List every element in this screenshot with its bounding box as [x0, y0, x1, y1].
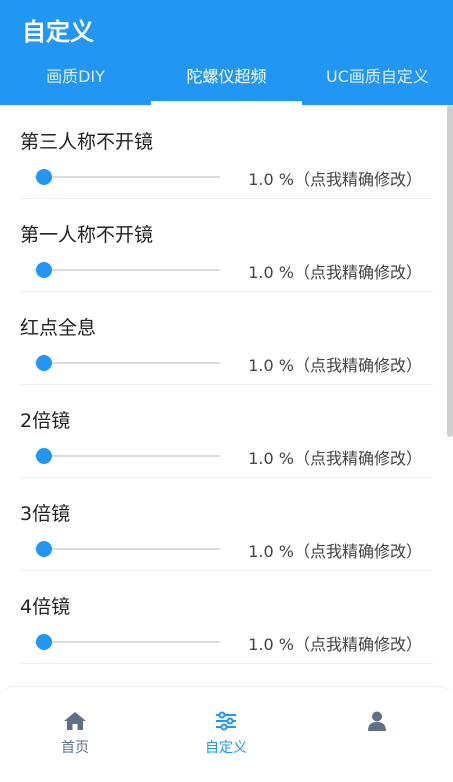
nav-custom[interactable]: 自定义 — [166, 711, 286, 756]
setting-value-button[interactable]: 1.0 %（点我精确修改） — [248, 538, 422, 562]
sensitivity-slider[interactable] — [34, 541, 220, 557]
setting-value-button[interactable]: 1.0 %（点我精确修改） — [248, 631, 422, 655]
sensitivity-slider[interactable] — [34, 448, 220, 464]
tab-bar: 画质DIY 陀螺仪超频 UC画质自定义 — [0, 56, 453, 105]
slider-thumb[interactable] — [35, 169, 52, 185]
bottom-navigation: 首页 自定义 — [0, 686, 453, 782]
nav-custom-label: 自定义 — [205, 740, 247, 756]
slider-thumb[interactable] — [35, 541, 52, 557]
slider-thumb[interactable] — [35, 262, 52, 278]
slider-track — [34, 455, 220, 457]
setting-label: 4倍镜 — [20, 596, 71, 618]
setting-row-4x-scope: 4倍镜 1.0 %（点我精确修改） — [20, 570, 433, 664]
user-icon — [368, 711, 386, 731]
page-title: 自定义 — [22, 18, 94, 46]
tab-uc-quality-custom[interactable]: UC画质自定义 — [302, 56, 453, 105]
nav-home[interactable]: 首页 — [15, 711, 135, 756]
setting-value-button[interactable]: 1.0 %（点我精确修改） — [248, 259, 422, 283]
setting-label: 3倍镜 — [20, 503, 71, 525]
setting-label: 第三人称不开镜 — [20, 131, 154, 153]
sensitivity-slider[interactable] — [34, 634, 220, 650]
nav-home-label: 首页 — [61, 740, 89, 756]
sensitivity-slider[interactable] — [34, 355, 220, 371]
setting-row-first-person: 第一人称不开镜 1.0 %（点我精确修改） — [20, 198, 433, 292]
tab-gyroscope-overclock[interactable]: 陀螺仪超频 — [151, 56, 302, 105]
slider-track — [34, 641, 220, 643]
setting-value-button[interactable]: 1.0 %（点我精确修改） — [248, 352, 422, 376]
setting-value-button[interactable]: 1.0 %（点我精确修改） — [248, 445, 422, 469]
slider-thumb[interactable] — [35, 355, 52, 371]
slider-thumb[interactable] — [35, 634, 52, 650]
nav-profile[interactable] — [317, 711, 437, 755]
slider-track — [34, 269, 220, 271]
app-bar: 自定义 画质DIY 陀螺仪超频 UC画质自定义 — [0, 0, 453, 105]
slider-track — [34, 548, 220, 550]
setting-label: 红点全息 — [20, 317, 97, 339]
scrollbar[interactable] — [447, 105, 453, 437]
slider-track — [34, 362, 220, 364]
setting-label: 2倍镜 — [20, 410, 71, 432]
setting-label: 第一人称不开镜 — [20, 224, 154, 246]
setting-row-3x-scope: 3倍镜 1.0 %（点我精确修改） — [20, 477, 433, 571]
tab-quality-diy[interactable]: 画质DIY — [0, 56, 151, 105]
slider-thumb[interactable] — [35, 448, 52, 464]
slider-track — [34, 176, 220, 178]
sensitivity-slider[interactable] — [34, 169, 220, 185]
setting-row-red-dot: 红点全息 1.0 %（点我精确修改） — [20, 291, 433, 385]
setting-row-2x-scope: 2倍镜 1.0 %（点我精确修改） — [20, 384, 433, 478]
sliders-icon — [216, 711, 236, 731]
sensitivity-slider[interactable] — [34, 262, 220, 278]
setting-value-button[interactable]: 1.0 %（点我精确修改） — [248, 166, 422, 190]
setting-row-third-person: 第三人称不开镜 1.0 %（点我精确修改） — [20, 105, 433, 199]
home-icon — [64, 712, 86, 730]
settings-list[interactable]: 第三人称不开镜 1.0 %（点我精确修改） 第一人称不开镜 1.0 %（点我精确… — [0, 105, 453, 685]
